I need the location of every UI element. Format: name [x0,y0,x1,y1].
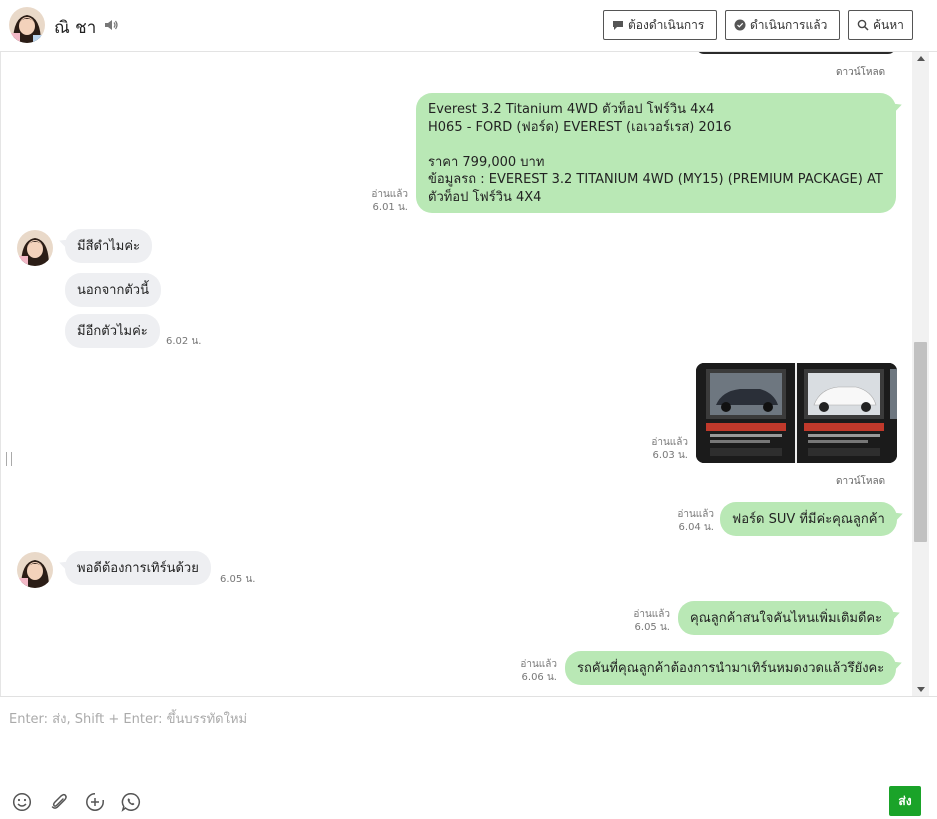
add-sticker-icon[interactable] [85,792,105,812]
chat-check-icon [734,19,746,31]
chat-header: ณิ ชา ต้องดำเนินการ ดำเนินการแล้ว ค้นหา [0,0,937,52]
car-image-carousel[interactable] [696,363,897,463]
incoming-message[interactable]: มีสีดำไมค่ะ [65,229,153,263]
message-time: 6.02 น. [166,336,202,347]
message-read-status: อ่านแล้ว 6.04 น. [677,509,714,533]
message-time: 6.05 น. [220,574,256,585]
message-input[interactable] [1,698,931,774]
resize-handle[interactable] [6,452,12,466]
todo-button-label: ต้องดำเนินการ [628,17,705,32]
composer: ส่ง [0,696,937,819]
contact-name: ณิ ชา [54,18,97,38]
message-text: คุณลูกค้าสนใจคันไหนเพิ่มเติมดีคะ [690,610,883,626]
previous-image-card[interactable] [696,52,896,54]
done-button-label: ดำเนินการแล้ว [750,17,828,32]
done-button[interactable]: ดำเนินการแล้ว [725,10,840,40]
attachment-icon[interactable] [49,792,69,812]
emoji-icon[interactable] [12,792,32,812]
message-read-status: อ่านแล้ว 6.01 น. [371,189,408,213]
message-read-status: อ่านแล้ว 6.06 น. [520,659,557,683]
scroll-thumb[interactable] [914,342,927,542]
search-icon [857,19,869,31]
speaker-icon[interactable] [103,17,119,33]
message-text: พอดีต้องการเทิร์นด้วย [77,560,199,576]
outgoing-message[interactable]: คุณลูกค้าสนใจคันไหนเพิ่มเติมดีคะ [678,601,895,635]
scroll-up-arrow-icon[interactable] [917,56,925,61]
message-list[interactable]: ดาวน์โหลด อ่านแล้ว 6.01 น. Everest 3.2 T… [0,52,912,696]
incoming-message[interactable]: มีอีกตัวไมค่ะ [65,314,160,348]
incoming-message[interactable]: พอดีต้องการเทิร์นด้วย [65,551,211,585]
message-text: ฟอร์ด SUV ที่มีค่ะคุณลูกค้า [732,511,885,527]
message-text: มีอีกตัวไมค่ะ [77,323,148,339]
outgoing-message[interactable]: ฟอร์ด SUV ที่มีค่ะคุณลูกค้า [720,502,897,536]
search-button[interactable]: ค้นหา [848,10,913,40]
contact-avatar[interactable] [9,7,45,43]
send-button[interactable]: ส่ง [889,786,921,816]
contact-avatar[interactable] [17,230,53,266]
message-read-status: อ่านแล้ว 6.03 น. [651,437,688,461]
chat-bubble-icon [613,21,623,30]
incoming-message[interactable]: นอกจากตัวนี้ [65,273,161,307]
search-button-label: ค้นหา [873,17,904,32]
message-text: Everest 3.2 Titanium 4WD ตัวท็อป โฟร์วิน… [428,102,883,205]
message-text: นอกจากตัวนี้ [77,282,149,298]
outgoing-message[interactable]: รถคันที่คุณลูกค้าต้องการนำมาเทิร์นหมดงวด… [565,651,897,685]
download-link[interactable]: ดาวน์โหลด [836,65,885,80]
chat-scrollbar[interactable] [912,52,929,696]
message-read-status: อ่านแล้ว 6.05 น. [633,609,670,633]
message-text: มีสีดำไมค่ะ [77,238,141,254]
scroll-down-arrow-icon[interactable] [917,687,925,692]
call-chat-icon[interactable] [121,792,141,812]
contact-avatar[interactable] [17,552,53,588]
outgoing-message-ford-detail[interactable]: Everest 3.2 Titanium 4WD ตัวท็อป โฟร์วิน… [416,93,896,213]
message-text: รถคันที่คุณลูกค้าต้องการนำมาเทิร์นหมดงวด… [577,660,885,676]
todo-button[interactable]: ต้องดำเนินการ [603,10,717,40]
download-link[interactable]: ดาวน์โหลด [836,474,885,489]
